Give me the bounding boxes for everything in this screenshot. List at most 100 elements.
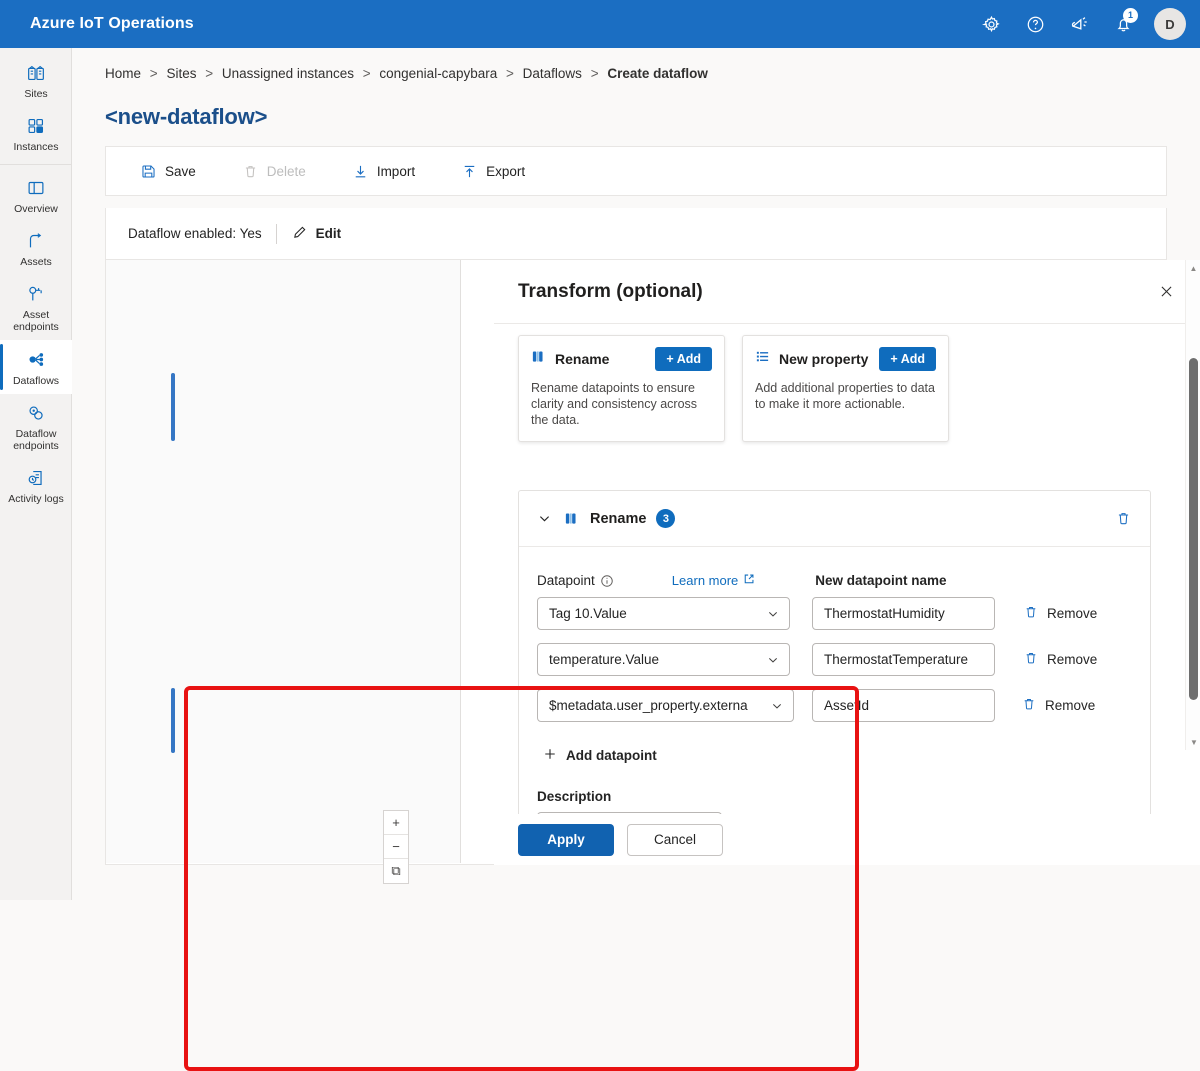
delete-rename-section-button[interactable] bbox=[1110, 506, 1136, 532]
list-icon bbox=[755, 349, 770, 369]
chevron-down-icon[interactable] bbox=[537, 511, 552, 526]
trash-icon bbox=[242, 163, 259, 180]
sidebar-item-instances[interactable]: Instances bbox=[0, 107, 72, 160]
dataflow-editor: + − ⧉ Transform (optional) Rename + Add … bbox=[105, 260, 1200, 1071]
new-datapoint-name-input[interactable] bbox=[812, 643, 995, 676]
zoom-out-button[interactable]: − bbox=[384, 835, 408, 859]
import-button[interactable]: Import bbox=[340, 156, 427, 187]
activity-logs-icon bbox=[25, 467, 47, 489]
breadcrumb-item-home[interactable]: Home bbox=[105, 66, 141, 81]
remove-row-button[interactable]: Remove bbox=[1023, 604, 1097, 623]
panel-scrollbar[interactable]: ▲ ▼ bbox=[1185, 260, 1200, 750]
close-icon[interactable] bbox=[1151, 277, 1181, 307]
rename-section-title: Rename bbox=[590, 510, 647, 527]
add-new-property-button[interactable]: + Add bbox=[879, 347, 936, 371]
datapoint-dropdown[interactable]: Tag 10.Value bbox=[537, 597, 790, 630]
sidebar-item-label: Asset endpoints bbox=[13, 309, 59, 333]
scrollbar-thumb[interactable] bbox=[1189, 358, 1198, 700]
save-button[interactable]: Save bbox=[128, 156, 208, 187]
breadcrumb-separator: > bbox=[362, 66, 371, 81]
export-label: Export bbox=[486, 163, 526, 179]
remove-label: Remove bbox=[1047, 652, 1098, 667]
trash-icon bbox=[1023, 650, 1039, 669]
card-title: Rename bbox=[555, 351, 610, 367]
breadcrumb: Home > Sites > Unassigned instances > co… bbox=[105, 66, 708, 81]
rename-row: Tag 10.Value ThermostatHumidity Remove bbox=[537, 597, 1132, 630]
scroll-up-arrow[interactable]: ▲ bbox=[1186, 260, 1200, 276]
delete-button: Delete bbox=[230, 156, 318, 187]
card-title: New property bbox=[779, 351, 869, 367]
remove-row-button[interactable]: Remove bbox=[1023, 650, 1097, 669]
sidebar-item-asset-endpoints[interactable]: Asset endpoints bbox=[0, 275, 72, 340]
sidebar-item-assets[interactable]: Assets bbox=[0, 222, 72, 275]
dataflow-endpoints-icon bbox=[25, 402, 47, 424]
export-button[interactable]: Export bbox=[449, 156, 537, 187]
save-icon bbox=[140, 163, 157, 180]
breadcrumb-item-unassigned-instances[interactable]: Unassigned instances bbox=[222, 66, 354, 81]
new-datapoint-name-label: New datapoint name bbox=[815, 573, 947, 588]
edit-button[interactable]: Edit bbox=[291, 224, 341, 244]
cancel-button[interactable]: Cancel bbox=[627, 823, 723, 856]
sidebar-item-activity-logs[interactable]: Activity logs bbox=[0, 459, 72, 512]
learn-more-link[interactable]: Learn more bbox=[672, 573, 755, 588]
datapoint-value: temperature.Value bbox=[549, 652, 660, 667]
zoom-in-button[interactable]: + bbox=[384, 811, 408, 835]
card-header: New property + Add bbox=[755, 347, 936, 371]
card-description: Rename datapoints to ensure clarity and … bbox=[531, 381, 698, 427]
command-bar: Save Delete Import Export bbox=[105, 146, 1167, 196]
pencil-icon bbox=[291, 224, 308, 244]
transform-panel-body: Rename + Add Rename datapoints to ensure… bbox=[494, 324, 1200, 814]
sidebar-item-label: Instances bbox=[13, 141, 59, 153]
remove-row-button[interactable]: Remove bbox=[1021, 696, 1095, 715]
header-actions: 1 D bbox=[974, 7, 1200, 41]
sidebar-item-dataflow-endpoints[interactable]: Dataflow endpoints bbox=[0, 394, 72, 459]
gear-icon[interactable] bbox=[974, 7, 1008, 41]
question-circle-icon[interactable] bbox=[1018, 7, 1052, 41]
transform-panel-header: Transform (optional) bbox=[494, 260, 1200, 324]
app-brand: Azure IoT Operations bbox=[30, 15, 194, 32]
breadcrumb-item-instance[interactable]: congenial-capybara bbox=[379, 66, 497, 81]
divider bbox=[275, 223, 277, 244]
new-datapoint-name-input[interactable] bbox=[812, 597, 995, 630]
export-arrow-up-icon bbox=[461, 163, 478, 180]
canvas-zoom-controls: + − ⧉ bbox=[383, 810, 409, 884]
transform-card-rename[interactable]: Rename + Add Rename datapoints to ensure… bbox=[518, 335, 725, 442]
breadcrumb-item-sites[interactable]: Sites bbox=[166, 66, 196, 81]
description-label: Description bbox=[537, 789, 612, 804]
info-icon[interactable] bbox=[600, 574, 614, 588]
bell-icon[interactable]: 1 bbox=[1106, 7, 1140, 41]
breadcrumb-separator: > bbox=[590, 66, 599, 81]
add-datapoint-label: Add datapoint bbox=[566, 748, 657, 763]
sidebar-item-overview[interactable]: Overview bbox=[0, 169, 72, 222]
sidebar-item-sites[interactable]: Sites bbox=[0, 54, 72, 107]
avatar[interactable]: D bbox=[1154, 8, 1186, 40]
main-content: Home > Sites > Unassigned instances > co… bbox=[72, 48, 1200, 1071]
sidebar-item-dataflows[interactable]: Dataflows bbox=[0, 340, 72, 394]
breadcrumb-item-dataflows[interactable]: Dataflows bbox=[523, 66, 582, 81]
panel-title: Transform (optional) bbox=[518, 280, 703, 302]
new-datapoint-name-input[interactable] bbox=[812, 689, 995, 722]
chevron-down-icon bbox=[764, 699, 784, 713]
datapoint-label: Datapoint bbox=[537, 573, 595, 588]
datapoint-dropdown[interactable]: $metadata.user_property.externa bbox=[537, 689, 794, 722]
add-datapoint-button[interactable]: Add datapoint bbox=[537, 742, 663, 769]
scroll-down-arrow[interactable]: ▼ bbox=[1186, 734, 1200, 750]
apply-button[interactable]: Apply bbox=[518, 823, 614, 856]
fit-to-screen-button[interactable]: ⧉ bbox=[384, 859, 408, 883]
sidebar-item-label: Sites bbox=[24, 88, 48, 100]
dataflow-canvas[interactable]: + − ⧉ bbox=[106, 260, 461, 884]
datapoint-dropdown[interactable]: temperature.Value bbox=[537, 643, 790, 676]
transform-card-new-property[interactable]: New property + Add Add additional proper… bbox=[742, 335, 949, 442]
chevron-down-icon bbox=[760, 607, 780, 621]
sidebar-item-label: Assets bbox=[20, 256, 52, 268]
import-arrow-down-icon bbox=[352, 163, 369, 180]
add-rename-button[interactable]: + Add bbox=[655, 347, 712, 371]
megaphone-icon[interactable] bbox=[1062, 7, 1096, 41]
transform-type-cards: Rename + Add Rename datapoints to ensure… bbox=[518, 335, 949, 442]
rename-section-header: Rename 3 bbox=[519, 491, 1150, 547]
overview-icon bbox=[25, 177, 47, 199]
breadcrumb-separator: > bbox=[205, 66, 214, 81]
rename-row: $metadata.user_property.externa AssetId … bbox=[537, 689, 1132, 722]
sites-icon bbox=[25, 62, 47, 84]
rename-icon bbox=[531, 349, 546, 369]
